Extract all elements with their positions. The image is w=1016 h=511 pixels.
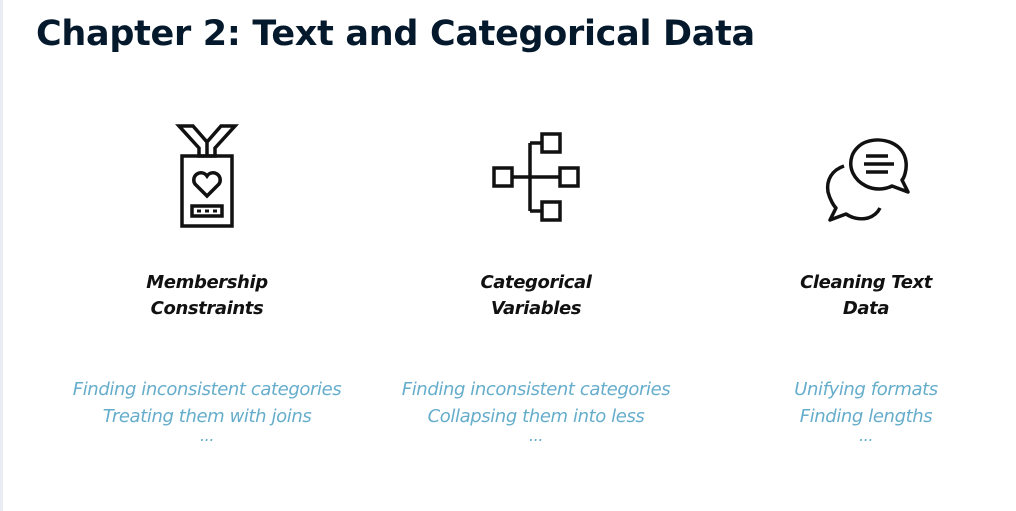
topic-detail-line: Unifying formats xyxy=(794,379,938,400)
topic-name-line: Categorical xyxy=(480,272,592,293)
topic-details: Finding inconsistent categories Collapsi… xyxy=(401,376,671,445)
topic-details: Unifying formats Finding lengths ... xyxy=(794,376,938,445)
topic-detail-ellipsis: ... xyxy=(528,426,544,445)
topic-detail-ellipsis: ... xyxy=(199,426,215,445)
topic-name-line: Data xyxy=(842,298,890,319)
topic-name: Membership Constraints xyxy=(146,270,268,326)
topic-name: Categorical Variables xyxy=(480,270,591,326)
topic-detail-ellipsis: ... xyxy=(858,426,874,445)
topic-name-line: Cleaning Text xyxy=(800,272,932,293)
topic-detail-line: Finding inconsistent categories xyxy=(72,379,342,400)
topic-name-line: Constraints xyxy=(150,298,264,319)
topic-name-line: Variables xyxy=(490,298,582,319)
topic-detail-line: Finding inconsistent categories xyxy=(401,379,671,400)
topic-membership-constraints: Membership Constraints Finding inconsist… xyxy=(47,118,367,445)
membership-badge-icon xyxy=(157,118,257,234)
page-title: Chapter 2: Text and Categorical Data xyxy=(36,14,755,54)
topic-categorical-variables: Categorical Variables Finding inconsiste… xyxy=(376,118,696,445)
topic-cleaning-text-data: Cleaning Text Data Unifying formats Find… xyxy=(706,118,1016,445)
topic-name-line: Membership xyxy=(146,272,268,293)
chat-bubbles-icon xyxy=(816,118,916,234)
hierarchy-tree-icon xyxy=(486,118,586,234)
topic-details: Finding inconsistent categories Treating… xyxy=(72,376,342,445)
topic-name: Cleaning Text Data xyxy=(800,270,932,326)
left-edge-divider xyxy=(0,0,3,511)
